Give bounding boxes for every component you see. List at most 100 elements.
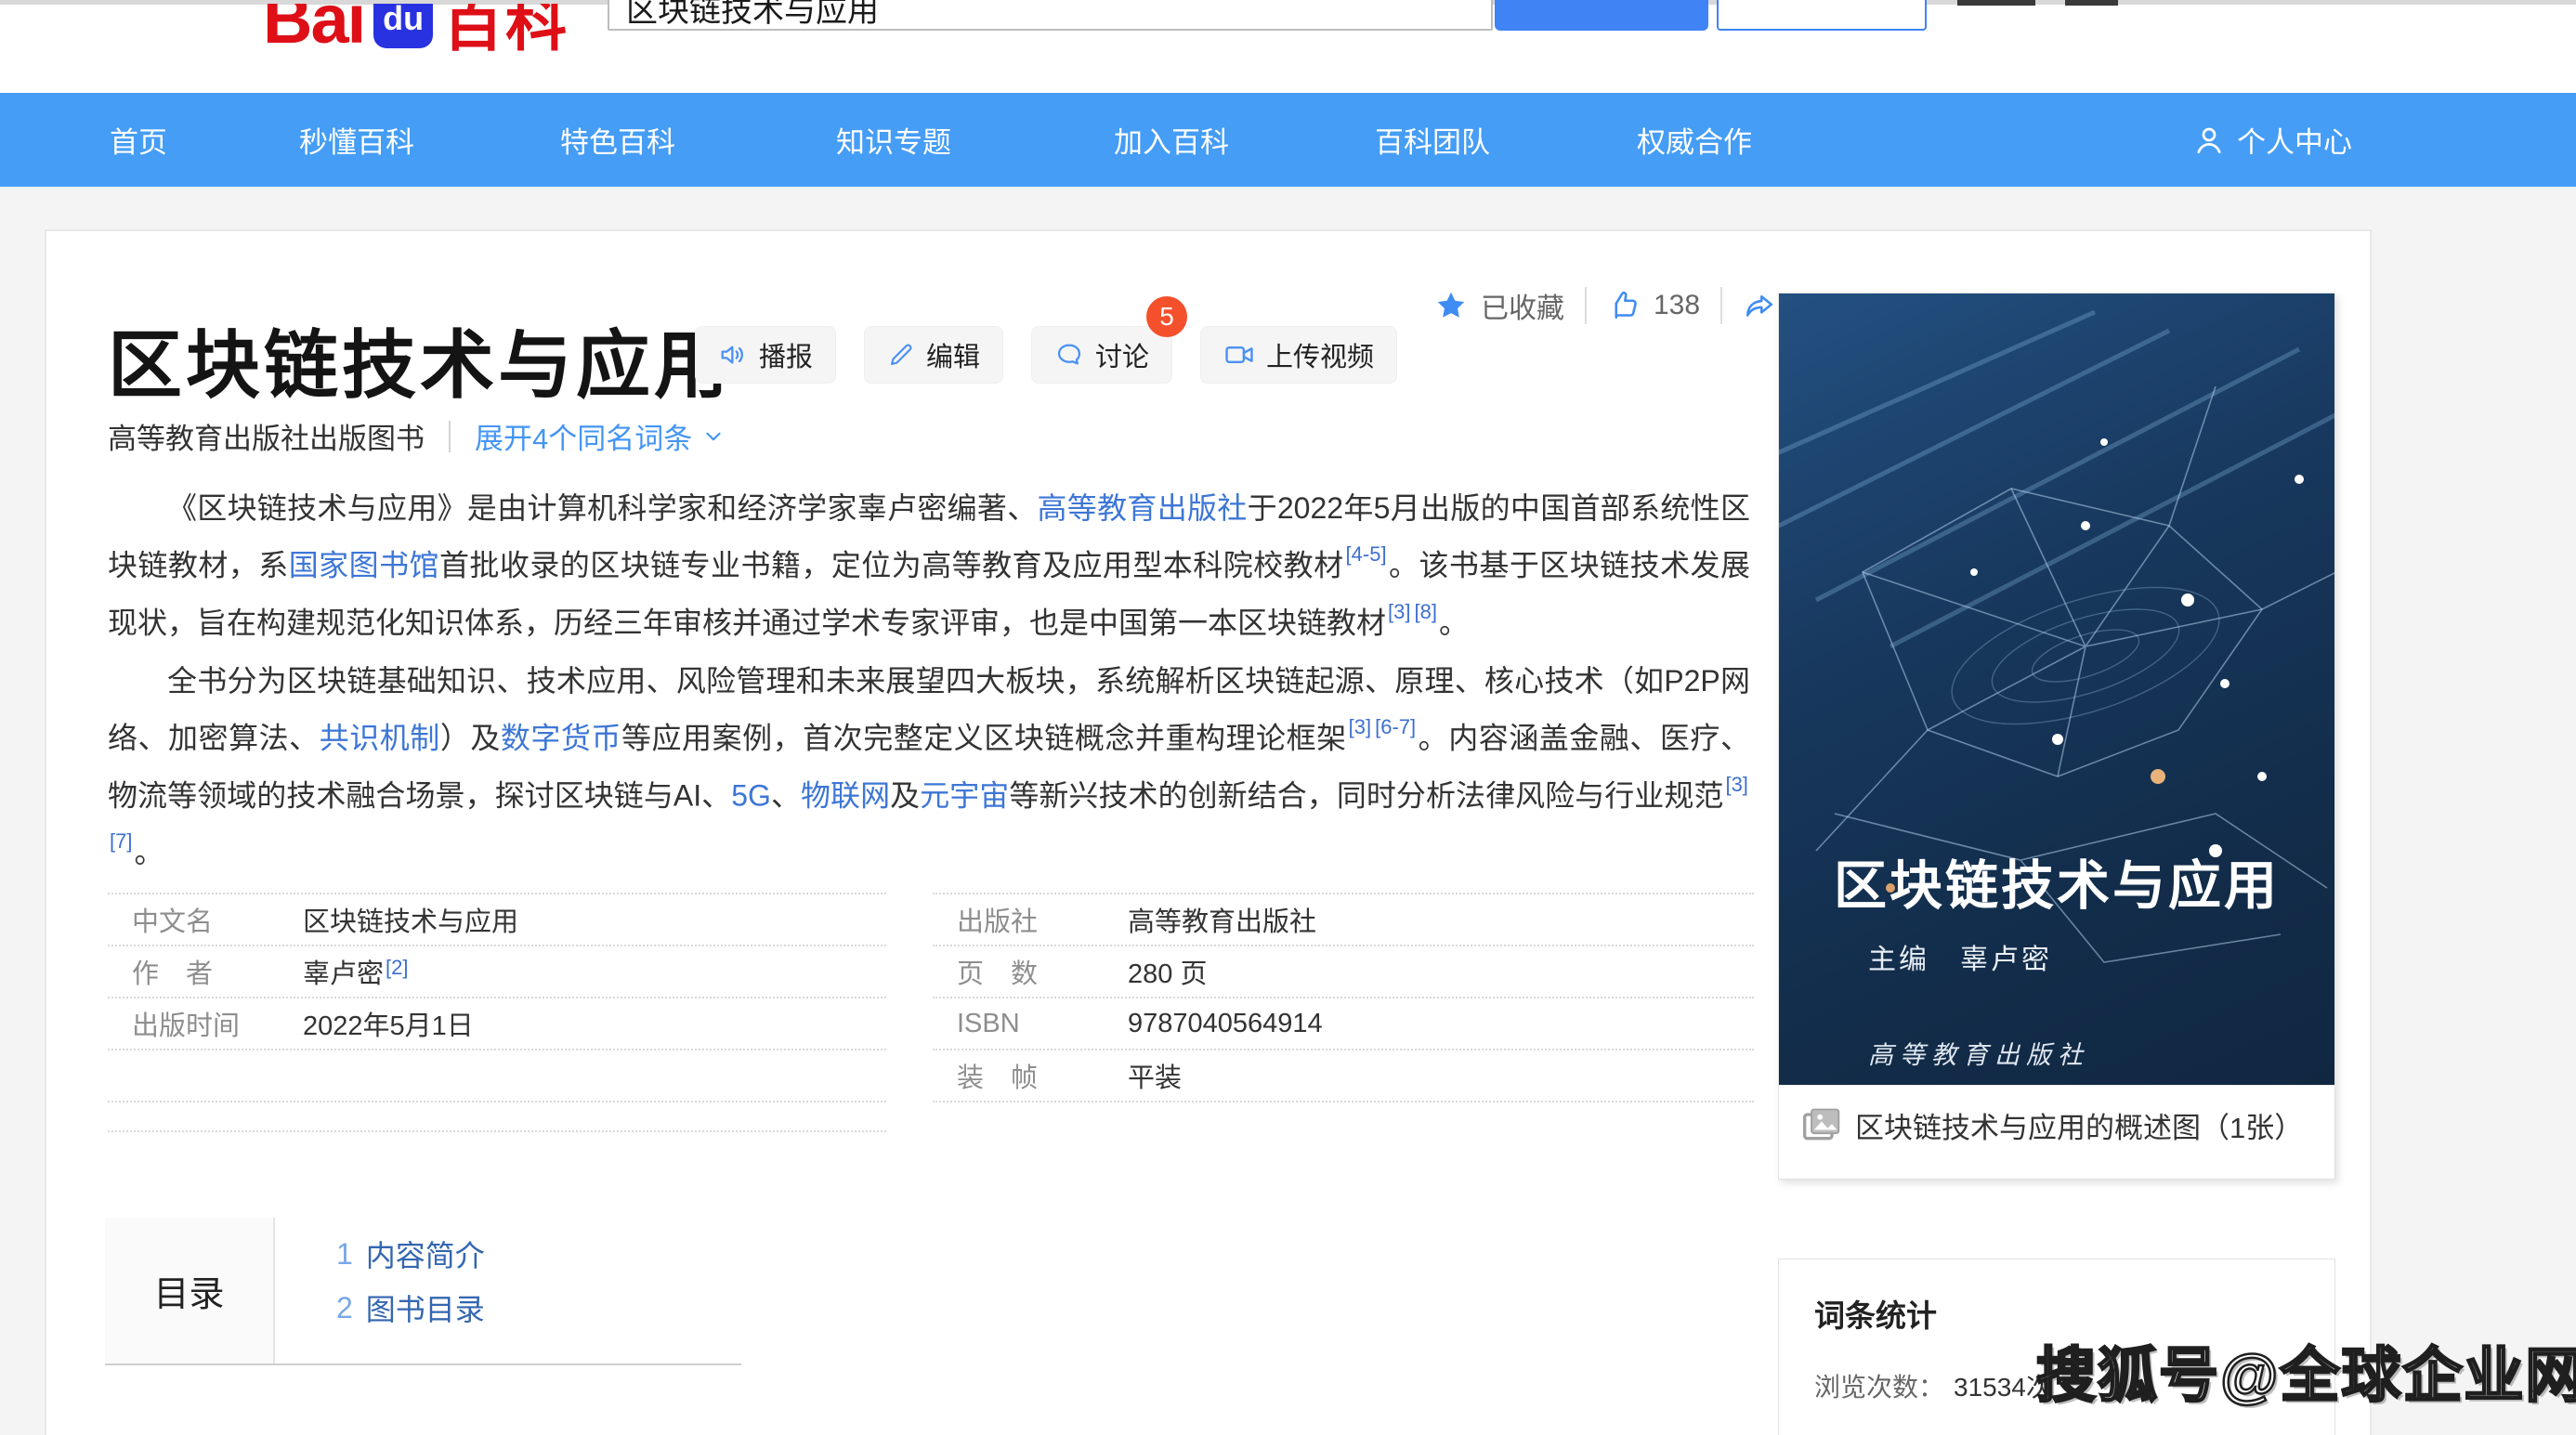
info-label: 中文名: [108, 900, 303, 939]
edit-button-wrap: 编辑: [864, 326, 1003, 384]
book-cover-image: 区块链技术与应用 主编 辜卢密 高等教育出版社: [1779, 294, 2334, 1085]
cover-publisher-script: 高等教育出版社: [1868, 1035, 2089, 1071]
info-column-left: 中文名 区块链技术与应用 作 者 辜卢密 [2] 出版时间 2022年5月1日: [108, 893, 886, 1132]
baidu-baike-logo[interactable]: Bai du 百科: [263, 4, 607, 52]
paragraph-text: 。: [134, 836, 163, 869]
entry-inline-link[interactable]: 5G: [731, 778, 771, 812]
entry-inline-link[interactable]: 元宇宙: [920, 778, 1009, 812]
page-title: 区块链技术与应用: [108, 306, 732, 413]
site-search-button[interactable]: [1717, 0, 1927, 31]
upload-video-button[interactable]: 上传视频: [1200, 326, 1397, 384]
reference-sup[interactable]: [8]: [1412, 600, 1438, 623]
cover-image-card[interactable]: 区块链技术与应用 主编 辜卢密 高等教育出版社 区块链技术与应用的概述图（1张）: [1778, 293, 2335, 1180]
nav-item-quanwei[interactable]: 权威合作: [1637, 119, 1752, 161]
cropped-header-element: [1957, 0, 2035, 6]
broadcast-label: 播报: [759, 335, 813, 374]
toc-title: 目录: [105, 1218, 275, 1363]
entry-subtitle: 高等教育出版社出版图书: [108, 415, 425, 457]
reference-sup[interactable]: [3]: [1386, 600, 1412, 623]
search-value: 区块链技术与应用: [626, 0, 879, 31]
paragraph-text: 首批收录的区块链专业书籍，定位为高等教育及应用型本科院校教材: [439, 549, 1344, 582]
entry-inline-link[interactable]: 物联网: [801, 778, 890, 812]
entry-inline-link[interactable]: 共识机制: [320, 722, 440, 755]
toc-item-2[interactable]: 2 图书目录: [336, 1285, 485, 1331]
star-icon: [1434, 289, 1468, 322]
header: Bai du 百科 区块链技术与应用: [0, 0, 2576, 93]
broadcast-button-wrap: 播报: [695, 326, 836, 384]
reference-sup[interactable]: [3]: [1347, 715, 1373, 738]
synonym-label: 展开4个同名词条: [475, 415, 692, 457]
toc-item-label: 内容简介: [366, 1233, 485, 1275]
info-value: 平装: [1128, 1056, 1182, 1095]
cover-editor-line: 主编 辜卢密: [1868, 936, 2052, 977]
nav-item-miaodong[interactable]: 秒懂百科: [299, 119, 414, 161]
info-row: 页 数 280 页: [933, 946, 1754, 998]
entry-inline-link[interactable]: 数字货币: [501, 722, 621, 755]
search-input[interactable]: 区块链技术与应用: [608, 0, 1493, 31]
logo-text-baike: 百科: [442, 4, 569, 52]
favorited-label: 已收藏: [1481, 285, 1564, 326]
info-value: 2022年5月1日: [303, 1004, 474, 1043]
divider: [1720, 287, 1722, 324]
logo-du-text: du: [383, 4, 424, 38]
reference-sup[interactable]: [7]: [108, 829, 134, 853]
divider: [449, 421, 451, 452]
nav-item-jiaru[interactable]: 加入百科: [1114, 119, 1229, 161]
info-row: ISBN 9787040564914: [933, 998, 1754, 1050]
nav-item-zhishi[interactable]: 知识专题: [836, 119, 951, 161]
basic-info-table: 中文名 区块链技术与应用 作 者 辜卢密 [2] 出版时间 2022年5月1日: [108, 893, 1754, 1132]
baike-page: Bai du 百科 区块链技术与应用 首页 秒懂百科 特色百科 知识专题 加入百…: [0, 0, 2576, 1435]
synonym-expand-link[interactable]: 展开4个同名词条: [475, 415, 726, 457]
reference-sup[interactable]: [3]: [1723, 773, 1749, 796]
summary-paragraph-2: 全书分为区块链基础知识、技术应用、风险管理和未来展望四大板块，系统解析区块链起源…: [108, 657, 1750, 878]
person-icon: [2192, 124, 2226, 157]
broadcast-button[interactable]: 播报: [695, 326, 836, 384]
paragraph-text: 。: [1439, 606, 1469, 639]
chat-bubble-icon: [1054, 340, 1084, 370]
info-row: 出版时间 2022年5月1日: [108, 998, 886, 1050]
reference-sup[interactable]: [6-7]: [1373, 715, 1418, 738]
paragraph-text: 、: [771, 778, 801, 812]
paragraph-text: ）及: [440, 722, 501, 755]
nav-item-tuandui[interactable]: 百科团队: [1375, 119, 1490, 161]
upload-video-label: 上传视频: [1266, 335, 1374, 374]
info-label: 页 数: [933, 952, 1128, 991]
cover-network-graphic: [1779, 294, 2334, 1085]
gallery-icon: [1801, 1104, 1842, 1158]
paragraph-text: 《区块链技术与应用》是由计算机科学家和经济学家辜卢密编著、: [167, 491, 1038, 525]
toc-item-1[interactable]: 1 内容简介: [336, 1231, 485, 1277]
favorite-button[interactable]: 已收藏: [1434, 285, 1564, 326]
nav-item-home[interactable]: 首页: [110, 119, 167, 161]
reference-sup[interactable]: [2]: [384, 956, 410, 980]
edit-label: 编辑: [926, 335, 980, 374]
info-row: 作 者 辜卢密 [2]: [108, 946, 886, 998]
video-camera-icon: [1223, 339, 1255, 371]
subtitle-row: 高等教育出版社出版图书 展开4个同名词条: [108, 415, 726, 457]
cropped-header-element: [2065, 0, 2118, 6]
entry-inline-link[interactable]: 国家图书馆: [289, 549, 439, 582]
cover-caption-link[interactable]: 区块链技术与应用的概述图（1张）: [1779, 1085, 2334, 1179]
logo-text-bai: Bai: [263, 4, 364, 52]
chevron-down-icon: [701, 424, 726, 449]
enter-entry-button[interactable]: [1495, 0, 1708, 31]
toc-items: 1 内容简介 2 图书目录: [275, 1218, 485, 1363]
discuss-button[interactable]: 讨论: [1031, 326, 1172, 384]
like-button[interactable]: 138: [1607, 289, 1700, 322]
edit-button[interactable]: 编辑: [864, 326, 1003, 384]
logo-inner: Bai du 百科: [263, 4, 569, 52]
discuss-button-wrap: 讨论 5: [1031, 326, 1172, 384]
watermark-text: 搜狐号@全球企业网: [2036, 1328, 2576, 1414]
paragraph-text: 等新兴技术的创新结合，同时分析法律风险与行业规范: [1009, 778, 1723, 812]
entry-inline-link[interactable]: 高等教育出版社: [1038, 491, 1248, 525]
user-center-link[interactable]: 个人中心: [2192, 119, 2352, 161]
entry-stats-row: 已收藏 138 55: [1434, 285, 1820, 326]
reference-sup[interactable]: [4-5]: [1344, 542, 1389, 566]
user-center-label: 个人中心: [2237, 119, 2352, 161]
paragraph-text: 等应用案例，首次完整定义区块链概念并重构理论框架: [621, 722, 1347, 755]
entry-card: 区块链技术与应用 播报: [45, 229, 2372, 1435]
nav-item-tese[interactable]: 特色百科: [560, 119, 675, 161]
pencil-icon: [887, 341, 915, 369]
info-label: ISBN: [933, 1009, 1128, 1039]
paragraph-text: 及: [890, 778, 920, 812]
info-value: 高等教育出版社: [1128, 900, 1316, 939]
